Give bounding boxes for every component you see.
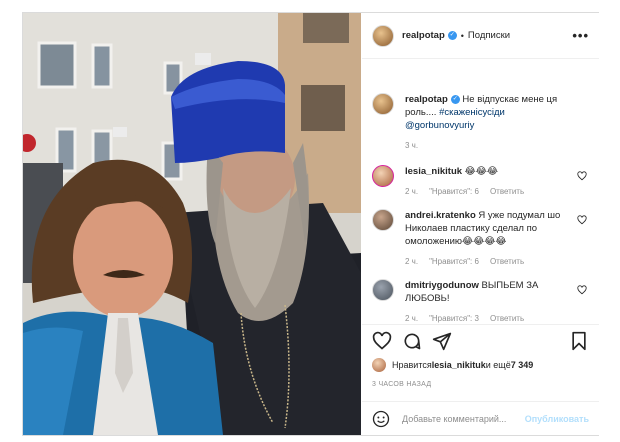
heart-icon[interactable] — [372, 331, 392, 351]
comment-likes[interactable]: "Нравится": 3 — [429, 312, 479, 324]
comment-reply-button[interactable]: Ответить — [490, 185, 524, 198]
comment-item: dmitriygodunow ВЫПЬЕМ ЗА ЛЮБОВЬ! 2 ч. "Н… — [372, 279, 589, 324]
comment-likes[interactable]: "Нравится": 6 — [429, 185, 479, 198]
caption-body: realpotap ✓ Не відпускає мене ця роль....… — [405, 93, 575, 152]
comment-username[interactable]: andrei.kratenko — [405, 210, 476, 221]
following-button[interactable]: Подписки — [468, 30, 510, 41]
verified-icon: ✓ — [450, 94, 460, 104]
comment-icon[interactable] — [402, 331, 422, 351]
photo-image — [23, 13, 361, 435]
comment-avatar[interactable] — [372, 279, 394, 301]
likes-summary: Нравится lesia_nikituk и ещё 7 349 — [372, 358, 589, 372]
post-actions — [362, 324, 599, 356]
caption-hashtag[interactable]: #скаженісусіди — [439, 107, 505, 118]
post-photo[interactable] — [23, 13, 361, 435]
comment-body: dmitriygodunow ВЫПЬЕМ ЗА ЛЮБОВЬ! 2 ч. "Н… — [405, 279, 575, 324]
comment-time: 2 ч. — [405, 187, 419, 196]
comment-text: 😂😂😂 — [462, 166, 498, 177]
caption-username[interactable]: realpotap — [405, 94, 448, 105]
comment-body: lesia_nikituk 😂😂😂 2 ч. "Нравится": 6 Отв… — [405, 165, 575, 198]
comment-item: andrei.kratenko Я уже подумал шо Николае… — [372, 209, 589, 268]
heart-icon[interactable] — [577, 285, 587, 295]
comment-avatar[interactable] — [372, 165, 394, 187]
author-avatar[interactable] — [372, 24, 394, 47]
caption-time: 3 ч. — [405, 141, 419, 150]
likes-count[interactable]: 7 349 — [511, 360, 534, 370]
emoji-icon[interactable] — [372, 410, 390, 428]
verified-icon: ✓ — [447, 31, 457, 40]
comments-list[interactable]: realpotap ✓ Не відпускає мене ця роль....… — [362, 60, 599, 324]
post-header: realpotap ✓ • Подписки ••• — [362, 13, 599, 59]
comment-username[interactable]: lesia_nikituk — [405, 166, 462, 177]
liker-avatar[interactable] — [372, 358, 386, 372]
publish-button[interactable]: Опубликовать — [525, 414, 589, 424]
author-username[interactable]: realpotap — [402, 30, 445, 41]
comment-reply-button[interactable]: Ответить — [490, 255, 524, 268]
likes-user[interactable]: lesia_nikituk — [432, 360, 486, 370]
more-icon[interactable]: ••• — [572, 28, 589, 43]
comment-avatar[interactable] — [372, 209, 394, 231]
add-comment-bar: Добавьте комментарий... Опубликовать — [362, 401, 599, 435]
post-timestamp[interactable]: 3 ЧАСОВ НАЗАД — [372, 381, 431, 388]
header-separator: • — [460, 30, 464, 41]
comment-input[interactable]: Добавьте комментарий... — [402, 414, 506, 424]
comment-likes[interactable]: "Нравится": 6 — [429, 255, 479, 268]
post-side-panel: realpotap ✓ • Подписки ••• realpotap ✓ Не… — [362, 13, 599, 435]
bookmark-icon[interactable] — [569, 331, 589, 351]
likes-prefix: Нравится — [392, 360, 432, 370]
comment-time: 2 ч. — [405, 314, 419, 323]
caption-mention[interactable]: @gorbunovyuriy — [405, 120, 474, 131]
heart-icon[interactable] — [577, 215, 587, 225]
comment-body: andrei.kratenko Я уже подумал шо Николае… — [405, 209, 575, 268]
comment-username[interactable]: dmitriygodunow — [405, 280, 479, 291]
instagram-post: realpotap ✓ • Подписки ••• realpotap ✓ Не… — [22, 12, 599, 436]
comment-reply-button[interactable]: Ответить — [490, 312, 524, 324]
comment-item: lesia_nikituk 😂😂😂 2 ч. "Нравится": 6 Отв… — [372, 165, 589, 198]
comment-time: 2 ч. — [405, 257, 419, 266]
caption-avatar[interactable] — [372, 93, 394, 115]
heart-icon[interactable] — [577, 171, 587, 181]
caption: realpotap ✓ Не відпускає мене ця роль....… — [372, 93, 589, 152]
likes-middle: и ещё — [485, 360, 511, 370]
share-icon[interactable] — [432, 331, 452, 351]
